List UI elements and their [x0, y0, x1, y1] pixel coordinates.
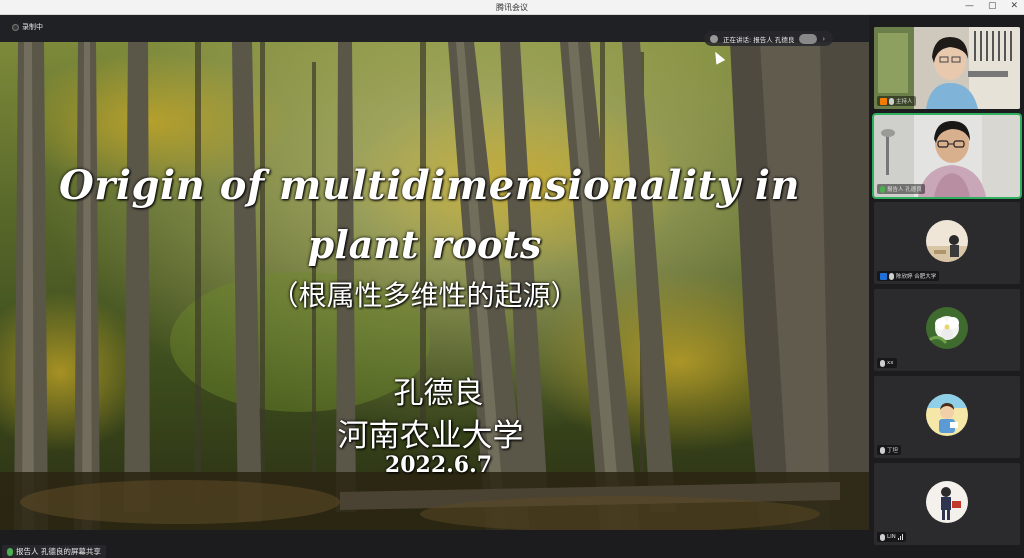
- recording-label: 录制中: [22, 23, 43, 31]
- participant-name-tag: xx: [877, 358, 897, 368]
- participant-tile[interactable]: 陈欣婷 合肥大学: [874, 202, 1020, 284]
- mic-icon: [880, 533, 885, 541]
- avatar: [926, 394, 968, 436]
- meeting-window: 腾讯会议 — ▢ ✕ 录制中 Origin of multidimensiona…: [0, 0, 1024, 558]
- slide-date: 2022.6.7: [384, 452, 493, 478]
- bottom-strip: [0, 530, 869, 558]
- participant-name: LIN: [887, 534, 896, 540]
- maximize-button[interactable]: ▢: [988, 1, 997, 11]
- user-badge-icon: [880, 272, 887, 280]
- mic-icon: [7, 547, 13, 556]
- participant-name-tag: 陈欣婷 合肥大学: [877, 271, 940, 281]
- window-title: 腾讯会议: [496, 3, 528, 12]
- mic-icon: [880, 359, 885, 367]
- participant-name: 主持人: [896, 99, 913, 105]
- window-controls: — ▢ ✕: [965, 1, 1018, 11]
- screen-share-label: 报告人 孔德良的屏幕共享: [2, 545, 106, 558]
- chevron-right-icon[interactable]: ›: [822, 35, 825, 43]
- speaking-indicator: 正在讲话: 报告人 孔德良 ›: [704, 31, 834, 46]
- mic-icon: [880, 446, 885, 454]
- mic-icon: [710, 34, 718, 43]
- shared-screen: Origin of multidimensionality in plant r…: [0, 42, 869, 530]
- close-button[interactable]: ✕: [1010, 1, 1018, 11]
- avatar: [926, 220, 968, 262]
- avatar: [926, 481, 968, 523]
- mic-icon: [880, 185, 885, 193]
- recording-indicator[interactable]: 录制中: [12, 22, 43, 32]
- participant-tile-speaker[interactable]: 报告人 孔德良: [872, 113, 1022, 199]
- participant-tile-host[interactable]: 主持人: [874, 27, 1020, 109]
- title-bar: 腾讯会议 — ▢ ✕: [0, 0, 1024, 15]
- participant-name: 报告人 孔德良: [887, 187, 922, 193]
- mic-icon: [889, 97, 894, 105]
- screen-share-text: 报告人 孔德良的屏幕共享: [16, 547, 101, 556]
- record-icon: [12, 23, 19, 31]
- signal-bars-icon: [897, 534, 903, 540]
- speaking-label: 正在讲话: 报告人 孔德良: [723, 35, 795, 44]
- host-badge-icon: [880, 97, 887, 105]
- participant-name: 陈欣婷 合肥大学: [896, 274, 937, 280]
- participant-tile[interactable]: 丁坦: [874, 376, 1020, 458]
- participant-tile[interactable]: LIN: [874, 463, 1020, 545]
- mic-icon: [889, 272, 894, 280]
- speaker-thumbnail-icon: [799, 33, 818, 44]
- participant-name-tag: 丁坦: [877, 445, 902, 455]
- participant-name: xx: [887, 360, 894, 366]
- slide-subtitle: （根属性多维性的起源）: [270, 279, 579, 312]
- slide-university: 河南农业大学: [337, 418, 524, 454]
- slide-title-line2: plant roots: [307, 222, 542, 267]
- participant-name: 丁坦: [887, 448, 899, 454]
- participant-name-tag: 报告人 孔德良: [877, 184, 925, 194]
- minimize-button[interactable]: —: [965, 1, 974, 11]
- slide-author: 孔德良: [393, 376, 484, 411]
- participant-name-tag: 主持人: [877, 96, 916, 106]
- avatar: [926, 307, 968, 349]
- participant-tile[interactable]: xx: [874, 289, 1020, 371]
- participant-name-tag: LIN: [877, 532, 906, 542]
- slide-title-line1: Origin of multidimensionality in: [58, 162, 801, 209]
